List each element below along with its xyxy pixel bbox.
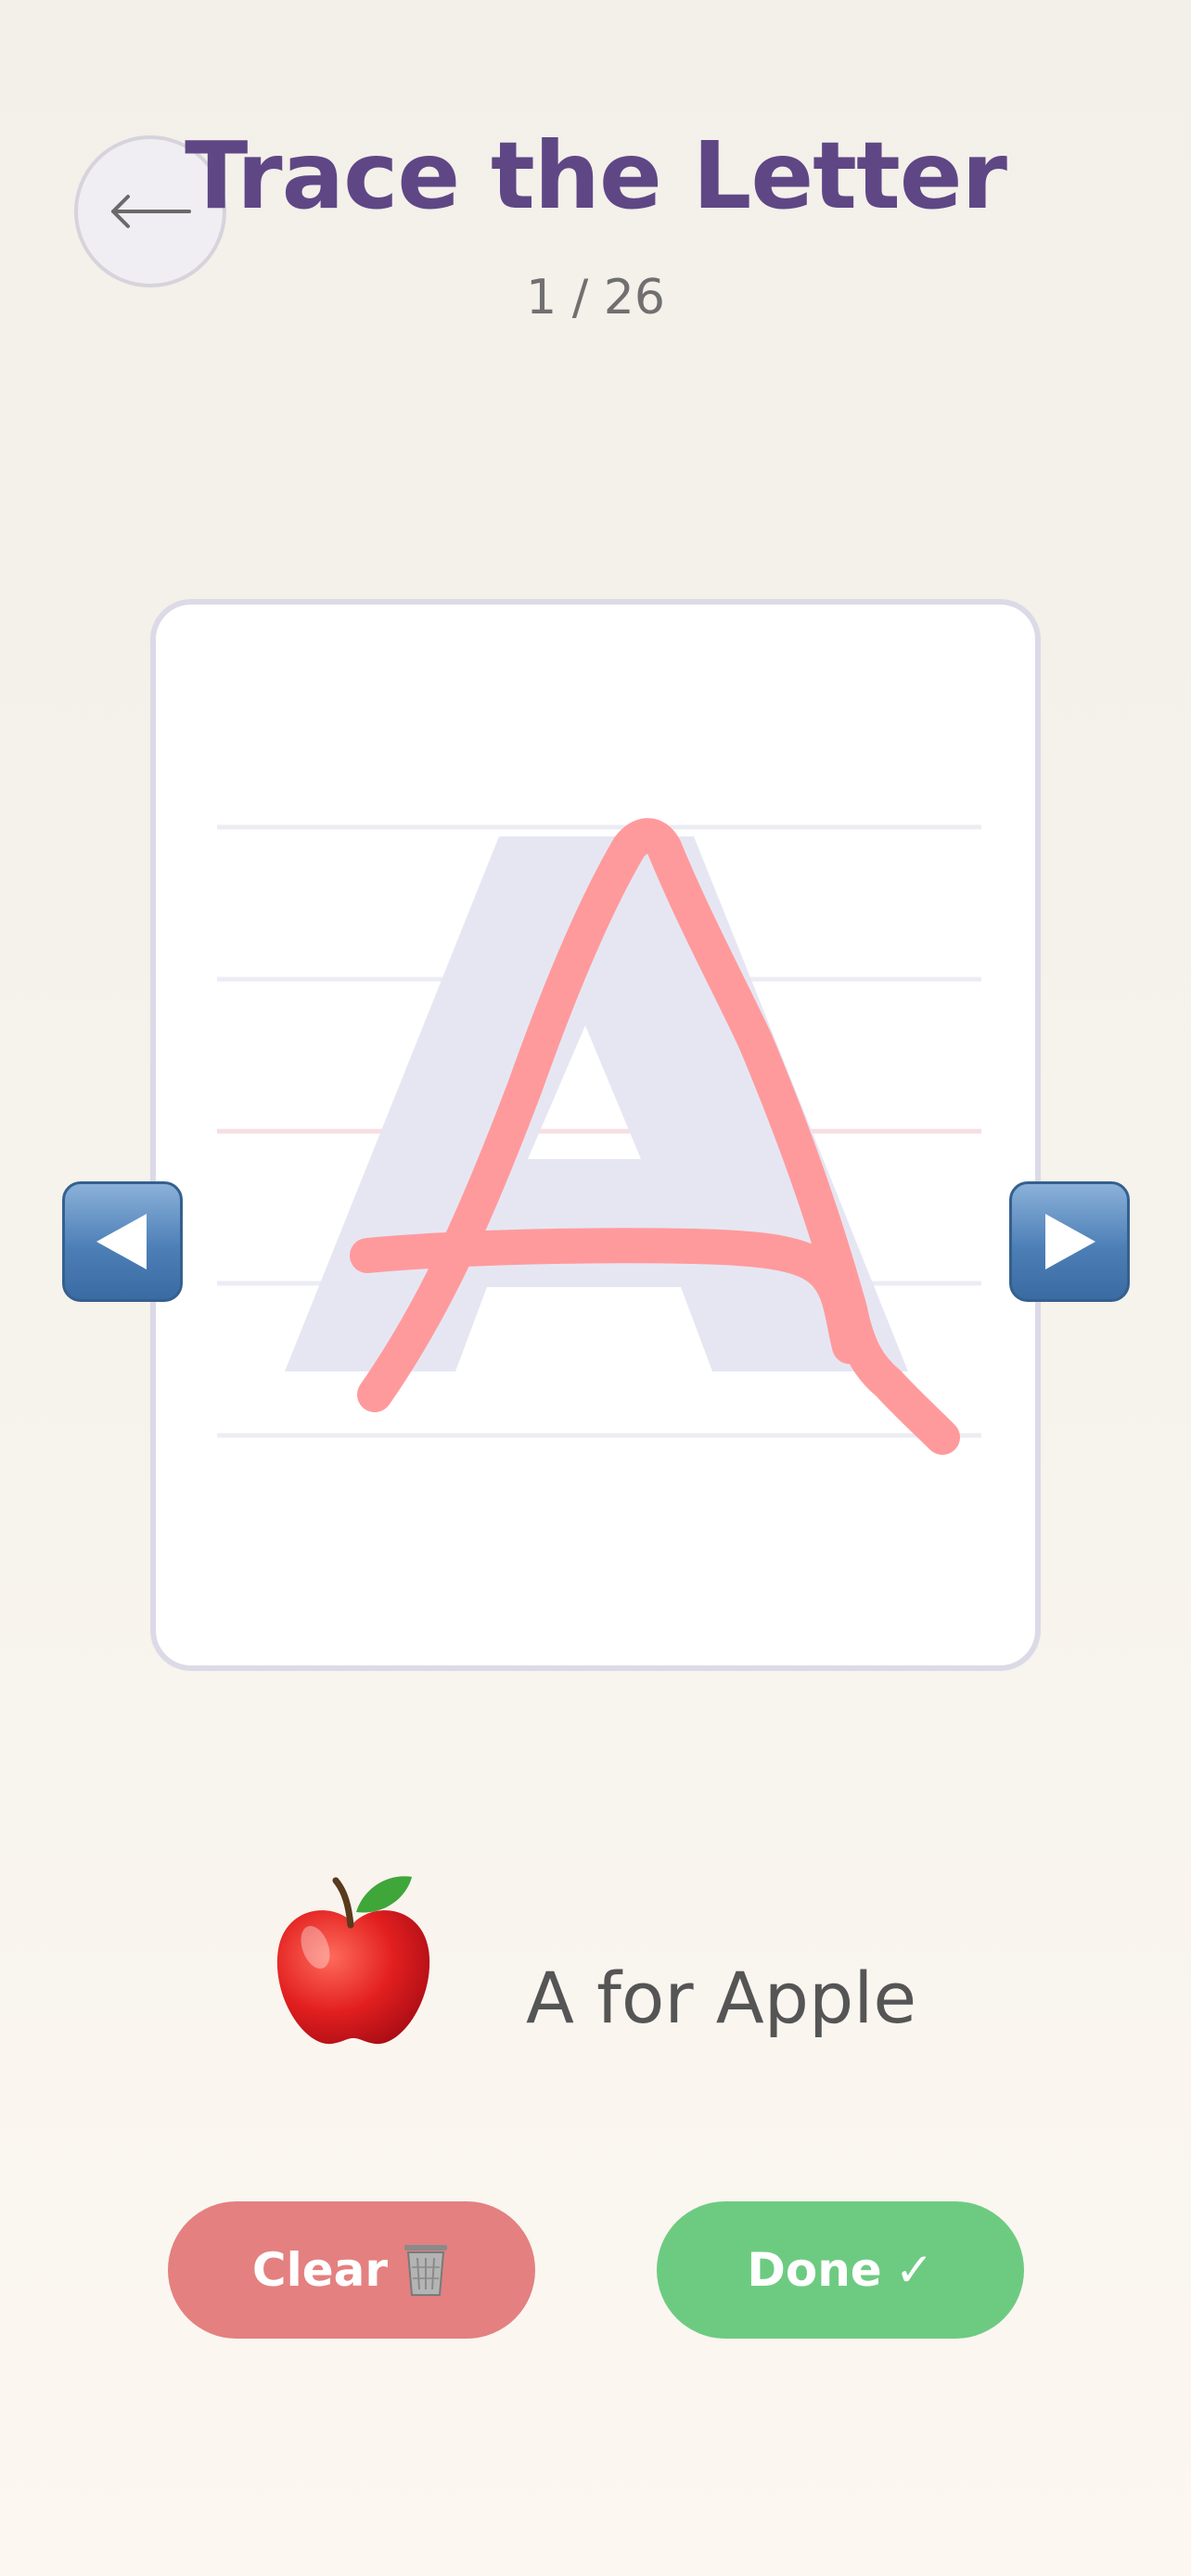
clear-button-label: Clear [251, 2243, 389, 2297]
triangle-right-icon [1045, 1214, 1095, 1269]
word-label: A for Apple [526, 1957, 917, 2039]
page-title: Trace the Letter [185, 121, 1007, 230]
done-button[interactable]: Done ✓ [657, 2201, 1024, 2339]
triangle-left-icon [96, 1214, 147, 1269]
trash-can-icon [401, 2241, 451, 2299]
next-letter-button[interactable] [1009, 1181, 1130, 1302]
progress-counter: 1 / 26 [526, 270, 665, 325]
previous-letter-button[interactable] [62, 1181, 183, 1302]
done-button-label: Done [747, 2243, 882, 2297]
apple-icon [276, 1876, 430, 2045]
checkmark-icon: ✓ [894, 2243, 934, 2297]
clear-button[interactable]: Clear [168, 2201, 535, 2339]
tracing-canvas[interactable] [150, 599, 1041, 1671]
